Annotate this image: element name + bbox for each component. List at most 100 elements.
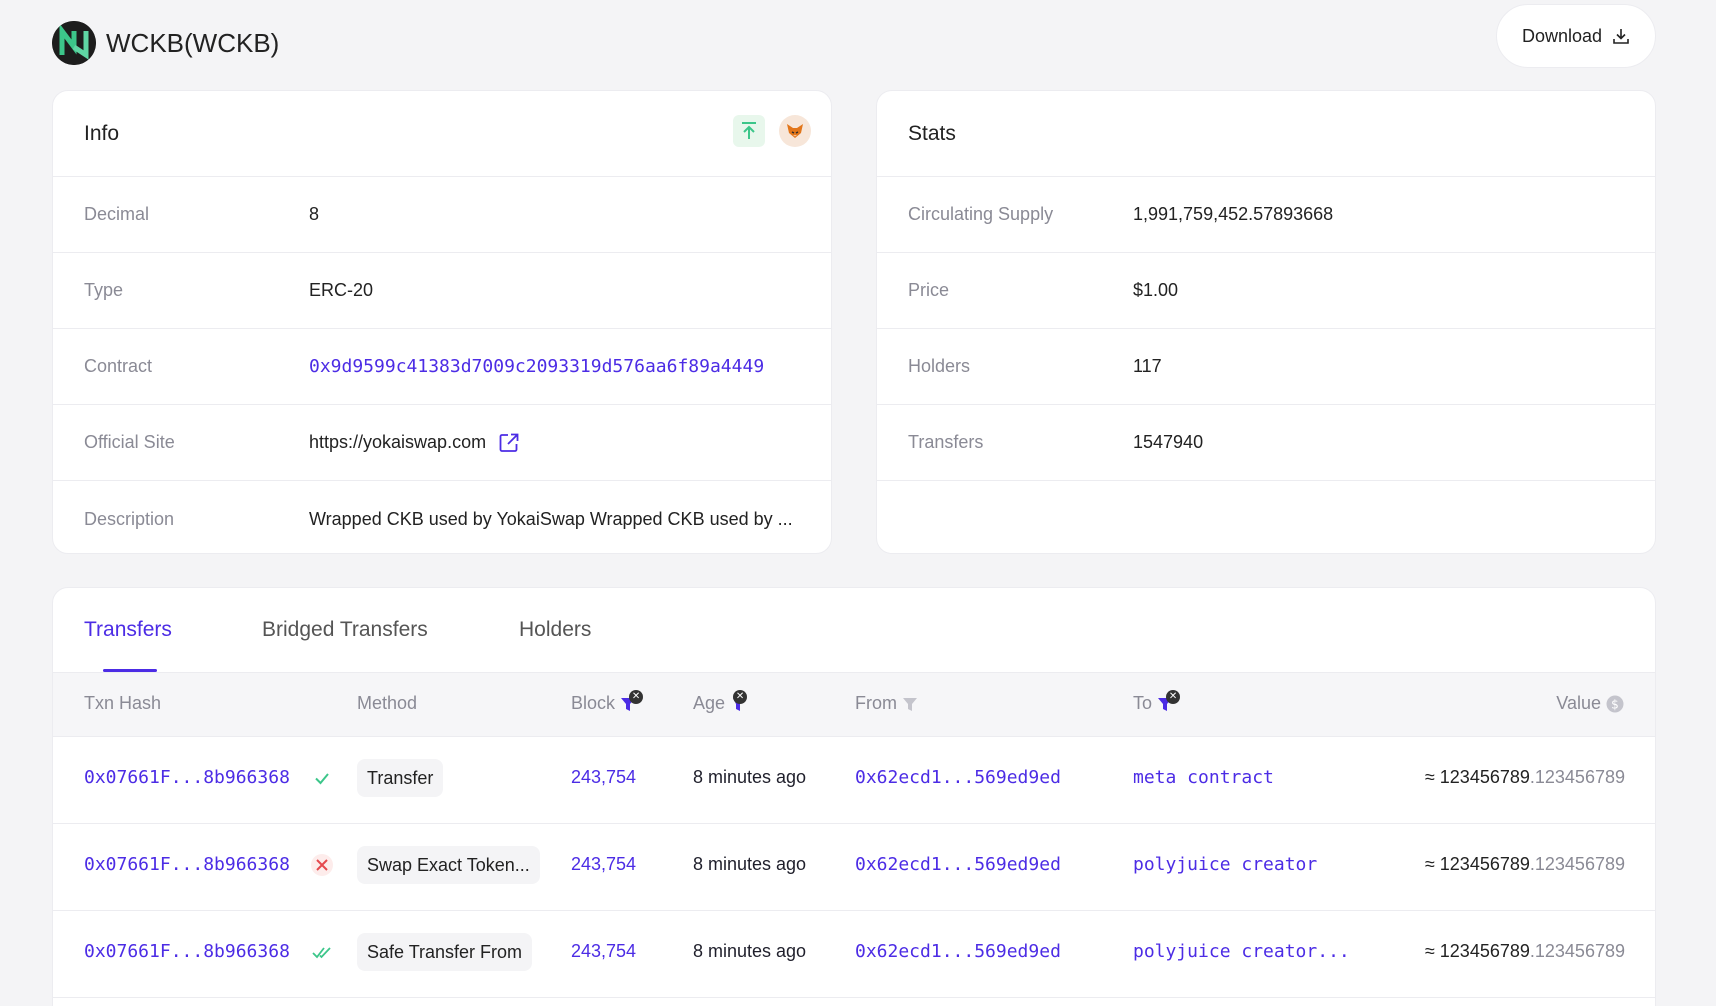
stats-label: Price bbox=[908, 280, 950, 300]
value-dec: .123456789 bbox=[1529, 941, 1625, 961]
info-label: Type bbox=[84, 280, 124, 300]
stats-card-header: Stats bbox=[877, 91, 1655, 177]
block-filter-icon[interactable]: ✕ bbox=[619, 689, 644, 714]
col-value-label: Value bbox=[1556, 693, 1601, 713]
download-label: Download bbox=[1521, 25, 1603, 46]
age-value: 8 minutes ago bbox=[693, 767, 807, 787]
age-value: 8 minutes ago bbox=[693, 854, 807, 874]
tab-bridged-transfers[interactable]: Bridged Transfers bbox=[262, 618, 428, 642]
to-address-link[interactable]: polyjuice creator bbox=[1133, 854, 1317, 875]
method-chip: Swap Exact Token... bbox=[357, 846, 540, 884]
stats-value: 117 bbox=[1133, 356, 1162, 376]
from-address-link[interactable]: 0x62ecd1...569ed9ed bbox=[855, 767, 1061, 788]
stats-value: 1547940 bbox=[1133, 432, 1204, 452]
clear-filter-icon[interactable]: ✕ bbox=[1166, 689, 1181, 704]
info-row-contract: Contract 0x9d9599c41383d7009c2093319d576… bbox=[53, 329, 831, 405]
stats-row-price: Price $1.00 bbox=[877, 253, 1655, 329]
active-tab-indicator bbox=[103, 669, 157, 672]
token-logo-icon bbox=[52, 21, 96, 65]
page-title: WCKB(WCKB) bbox=[106, 28, 280, 58]
txn-hash-link[interactable]: 0x07661F...8b966368 bbox=[84, 854, 290, 875]
col-age-label: Age bbox=[693, 693, 726, 713]
info-value: ERC-20 bbox=[309, 280, 374, 300]
block-link[interactable]: 243,754 bbox=[571, 767, 636, 788]
col-from-label: From bbox=[855, 693, 897, 713]
info-label: Official Site bbox=[84, 432, 175, 452]
official-site-link[interactable]: https://yokaiswap.com bbox=[309, 432, 486, 453]
stats-label: Transfers bbox=[908, 432, 984, 452]
description-value: Wrapped CKB used by YokaiSwap Wrapped CK… bbox=[309, 508, 793, 529]
value-dec: .123456789 bbox=[1529, 767, 1625, 787]
stats-row-holders: Holders 117 bbox=[877, 329, 1655, 405]
txn-hash-link[interactable]: 0x07661F...8b966368 bbox=[84, 767, 290, 788]
stats-label: Circulating Supply bbox=[908, 204, 1054, 224]
page-header: WCKB(WCKB) Download bbox=[52, 4, 1656, 68]
info-card: Info Decimal 8 Type ERC-20 Contract 0x9d… bbox=[52, 90, 832, 554]
to-address-link[interactable]: meta contract bbox=[1133, 767, 1274, 788]
check-icon bbox=[315, 773, 329, 785]
error-x-icon bbox=[311, 854, 333, 876]
from-filter-icon[interactable] bbox=[901, 694, 921, 714]
to-filter-icon[interactable]: ✕ bbox=[1156, 689, 1181, 714]
col-age: Age ✕ bbox=[693, 689, 749, 714]
col-method-label: Method bbox=[357, 693, 418, 713]
stats-value: 1,991,759,452.57893668 bbox=[1133, 204, 1334, 224]
value-cell: ≈ 123456789.123456789 bbox=[1425, 941, 1625, 962]
info-card-header: Info bbox=[53, 91, 831, 177]
col-txn-hash: Txn Hash bbox=[84, 693, 161, 714]
stats-value: $1.00 bbox=[1133, 280, 1179, 300]
contract-address-link[interactable]: 0x9d9599c41383d7009c2093319d576aa6f89a44… bbox=[309, 356, 764, 377]
table-row: 0x07661F...8b966368 Swap Exact Token... … bbox=[53, 824, 1655, 911]
block-link[interactable]: 243,754 bbox=[571, 854, 636, 875]
info-row-description: Description Wrapped CKB used by YokaiSwa… bbox=[53, 481, 831, 553]
age-value: 8 minutes ago bbox=[693, 941, 807, 961]
tab-holders[interactable]: Holders bbox=[519, 618, 591, 642]
from-address-link[interactable]: 0x62ecd1...569ed9ed bbox=[855, 854, 1061, 875]
stats-row-transfers: Transfers 1547940 bbox=[877, 405, 1655, 481]
info-card-title: Info bbox=[84, 121, 120, 145]
col-to-label: To bbox=[1133, 693, 1153, 713]
info-row-official-site: Official Site https://yokaiswap.com bbox=[53, 405, 831, 481]
table-row: 0x07661F...8b966368 Safe Transfer From 2… bbox=[53, 911, 1655, 998]
value-int: ≈ 123456789 bbox=[1424, 767, 1530, 787]
info-label: Description bbox=[84, 508, 175, 529]
stats-label: Holders bbox=[908, 356, 971, 376]
download-button[interactable]: Download bbox=[1496, 4, 1656, 68]
table-header: Txn Hash Method Block ✕ Age ✕ From To ✕ … bbox=[53, 673, 1655, 737]
block-link[interactable]: 243,754 bbox=[571, 941, 636, 962]
currency-icon[interactable]: $ bbox=[1605, 694, 1625, 714]
tab-transfers[interactable]: Transfers bbox=[84, 618, 172, 642]
external-link-icon[interactable] bbox=[498, 432, 520, 454]
metamask-fox-icon[interactable] bbox=[779, 115, 811, 147]
method-chip: Safe Transfer From bbox=[357, 933, 533, 971]
clear-filter-icon[interactable]: ✕ bbox=[733, 689, 748, 704]
clear-filter-icon[interactable]: ✕ bbox=[629, 689, 644, 704]
col-from: From bbox=[855, 693, 921, 714]
value-cell: ≈ 123456789.123456789 bbox=[1425, 767, 1625, 788]
txn-hash-link[interactable]: 0x07661F...8b966368 bbox=[84, 941, 290, 962]
value-dec: .123456789 bbox=[1529, 854, 1625, 874]
double-check-icon bbox=[312, 947, 331, 959]
age-filter-icon[interactable]: ✕ bbox=[729, 689, 749, 714]
from-address-link[interactable]: 0x62ecd1...569ed9ed bbox=[855, 941, 1061, 962]
stats-row-circulating-supply: Circulating Supply 1,991,759,452.5789366… bbox=[877, 177, 1655, 253]
method-chip: Transfer bbox=[357, 759, 444, 797]
col-value: Value $ bbox=[1556, 693, 1625, 714]
col-method: Method bbox=[357, 693, 417, 714]
col-to: To ✕ bbox=[1133, 689, 1181, 714]
tab-bar: Transfers Bridged Transfers Holders bbox=[53, 588, 1655, 673]
upload-icon[interactable] bbox=[733, 115, 765, 147]
value-cell: ≈ 123456789.123456789 bbox=[1425, 854, 1625, 875]
transfers-card: Transfers Bridged Transfers Holders Txn … bbox=[52, 587, 1656, 1006]
info-label: Decimal bbox=[84, 204, 150, 224]
svg-text:$: $ bbox=[1611, 697, 1619, 711]
info-label: Contract bbox=[84, 356, 153, 376]
info-row-decimal: Decimal 8 bbox=[53, 177, 831, 253]
table-row: 0x07661F...8b966368 Transfer 243,754 8 m… bbox=[53, 737, 1655, 824]
col-block-label: Block bbox=[571, 693, 616, 713]
stats-card: Stats Circulating Supply 1,991,759,452.5… bbox=[876, 90, 1656, 554]
official-site-value: https://yokaiswap.com bbox=[309, 432, 520, 454]
to-address-link[interactable]: polyjuice creator... bbox=[1133, 941, 1350, 962]
value-int: ≈ 123456789 bbox=[1424, 941, 1530, 961]
info-value: 8 bbox=[309, 204, 320, 224]
